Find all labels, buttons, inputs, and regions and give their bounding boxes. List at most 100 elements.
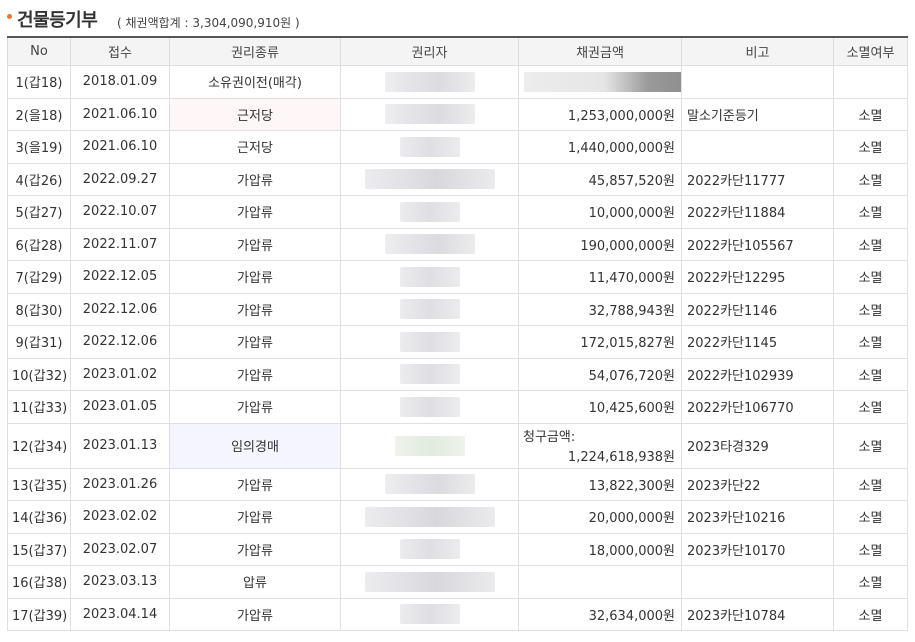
row-status: 소멸 [833, 357, 908, 391]
redacted-holder [384, 474, 475, 495]
table-row: 5(갑27) 2022.10.07 가압류 10,000,000원 2022카단… [7, 195, 908, 229]
row-note [681, 130, 834, 164]
row-date: 2021.06.10 [70, 97, 170, 131]
redacted-holder [394, 435, 465, 456]
row-date: 2021.06.10 [70, 130, 170, 164]
row-note [681, 65, 834, 99]
redacted-holder [399, 604, 460, 625]
row-no: 16(갑38) [7, 565, 71, 599]
row-no: 17(갑39) [7, 597, 71, 631]
page-title: 건물등기부 [17, 10, 98, 31]
redacted-holder [399, 201, 460, 222]
table-row: 13(갑35) 2023.01.26 가압류 13,822,300원 2023카… [7, 467, 908, 501]
row-date: 2023.01.13 [70, 422, 170, 469]
redacted-amount [524, 71, 681, 92]
row-status: 소멸 [833, 130, 908, 164]
redacted-holder [399, 364, 460, 385]
redacted-holder [384, 104, 475, 125]
row-amount: 190,000,000원 [518, 227, 682, 261]
row-holder [340, 422, 519, 469]
row-type: 가압류 [169, 532, 341, 566]
row-no: 7(갑29) [7, 260, 71, 294]
row-holder [340, 467, 519, 501]
row-note: 말소기준등기 [681, 97, 834, 131]
row-amount: 11,470,000원 [518, 260, 682, 294]
row-date: 2022.12.06 [70, 292, 170, 326]
row-note: 2023타경329 [681, 422, 834, 469]
row-amount: 20,000,000원 [518, 500, 682, 534]
row-date: 2023.02.02 [70, 500, 170, 534]
row-type: 압류 [169, 565, 341, 599]
row-holder [340, 500, 519, 534]
claim-total-summary: ( 채권액합계 : 3,304,090,910원 ) [117, 16, 300, 30]
row-note: 2022카단106770 [681, 390, 834, 424]
table-row: 1(갑18) 2018.01.09 소유권이전(매각) [7, 65, 908, 99]
row-holder [340, 292, 519, 326]
row-type: 가압류 [169, 467, 341, 501]
row-no: 4(갑26) [7, 162, 71, 196]
table-row: 7(갑29) 2022.12.05 가압류 11,470,000원 2022카단… [7, 260, 908, 294]
row-no: 9(갑31) [7, 325, 71, 359]
table-row: 9(갑31) 2022.12.06 가압류 172,015,827원 2022카… [7, 325, 908, 359]
table-row: 6(갑28) 2022.11.07 가압류 190,000,000원 2022카… [7, 227, 908, 261]
row-holder [340, 597, 519, 631]
row-status: 소멸 [833, 467, 908, 501]
row-date: 2022.10.07 [70, 195, 170, 229]
row-no: 3(을19) [7, 130, 71, 164]
row-date: 2023.04.14 [70, 597, 170, 631]
row-holder [340, 532, 519, 566]
col-header-note: 비고 [681, 36, 834, 66]
table-row: 16(갑38) 2023.03.13 압류 소멸 [7, 565, 908, 599]
row-amount: 54,076,720원 [518, 357, 682, 391]
row-status: 소멸 [833, 422, 908, 469]
row-type: 가압류 [169, 162, 341, 196]
row-note [681, 565, 834, 599]
row-holder [340, 390, 519, 424]
row-no: 6(갑28) [7, 227, 71, 261]
redacted-holder [364, 169, 495, 190]
row-type: 가압류 [169, 500, 341, 534]
row-amount: 13,822,300원 [518, 467, 682, 501]
table-row: 14(갑36) 2023.02.02 가압류 20,000,000원 2023카… [7, 500, 908, 534]
section-header: 건물등기부 ( 채권액합계 : 3,304,090,910원 ) [0, 0, 915, 38]
col-header-right-type: 권리종류 [169, 36, 341, 66]
col-header-status: 소멸여부 [833, 36, 908, 66]
row-type: 임의경매 [169, 422, 341, 469]
row-amount [518, 565, 682, 599]
row-no: 2(을18) [7, 97, 71, 131]
row-note: 2022카단12295 [681, 260, 834, 294]
row-date: 2022.12.05 [70, 260, 170, 294]
row-type: 근저당 [169, 130, 341, 164]
col-header-date: 접수 [70, 36, 170, 66]
row-no: 11(갑33) [7, 390, 71, 424]
row-status: 소멸 [833, 195, 908, 229]
table-row: 17(갑39) 2023.04.14 가압류 32,634,000원 2023카… [7, 597, 908, 631]
row-amount: 32,634,000원 [518, 597, 682, 631]
table-row: 10(갑32) 2023.01.02 가압류 54,076,720원 2022카… [7, 357, 908, 391]
redacted-holder [399, 266, 460, 287]
registry-table: No 접수 권리종류 권리자 채권금액 비고 소멸여부 1(갑18) 2018.… [7, 36, 908, 631]
bullet-icon [7, 14, 12, 19]
row-type: 가압류 [169, 227, 341, 261]
row-amount: 18,000,000원 [518, 532, 682, 566]
row-status [833, 65, 908, 99]
row-no: 10(갑32) [7, 357, 71, 391]
row-status: 소멸 [833, 532, 908, 566]
row-holder [340, 97, 519, 131]
row-date: 2022.12.06 [70, 325, 170, 359]
row-status: 소멸 [833, 162, 908, 196]
row-amount: 45,857,520원 [518, 162, 682, 196]
row-type: 가압류 [169, 357, 341, 391]
row-status: 소멸 [833, 227, 908, 261]
row-type: 가압류 [169, 325, 341, 359]
row-amount: 32,788,943원 [518, 292, 682, 326]
row-no: 15(갑37) [7, 532, 71, 566]
table-header-row: No 접수 권리종류 권리자 채권금액 비고 소멸여부 [7, 36, 908, 66]
row-type: 가압류 [169, 390, 341, 424]
row-date: 2023.03.13 [70, 565, 170, 599]
row-holder [340, 195, 519, 229]
redacted-holder [384, 234, 475, 255]
row-date: 2018.01.09 [70, 65, 170, 99]
row-status: 소멸 [833, 390, 908, 424]
row-type: 가압류 [169, 195, 341, 229]
